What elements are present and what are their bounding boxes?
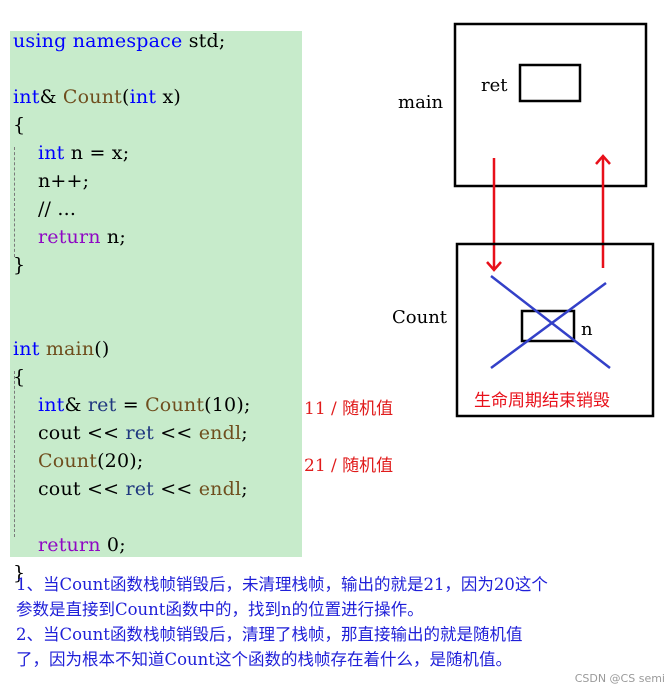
n-label: n [581, 319, 593, 340]
ret-label: ret [481, 75, 508, 96]
main-stack-frame [453, 22, 648, 188]
explanation-line: 参数是直接到Count函数中的，找到n的位置进行操作。 [16, 600, 424, 619]
explanation-text: 1、当Count函数栈帧销毁后，未清理栈帧，输出的就是21，因为20这个 参数是… [16, 572, 666, 672]
explanation-line: 1、当Count函数栈帧销毁后，未清理栈帧，输出的就是21，因为20这个 [16, 575, 548, 594]
watermark: CSDN @CS semi [574, 672, 665, 685]
count-frame-label: Count [392, 307, 448, 328]
explanation-line: 了，因为根本不知道Count这个函数的栈帧存在着什么，是随机值。 [16, 650, 512, 669]
main-frame-label: main [398, 92, 444, 113]
destroyed-caption: 生命周期结束销毁 [474, 391, 610, 411]
ret-slot [518, 63, 582, 103]
explanation-line: 2、当Count函数栈帧销毁后，清理了栈帧，那直接输出的就是随机值 [16, 625, 523, 644]
